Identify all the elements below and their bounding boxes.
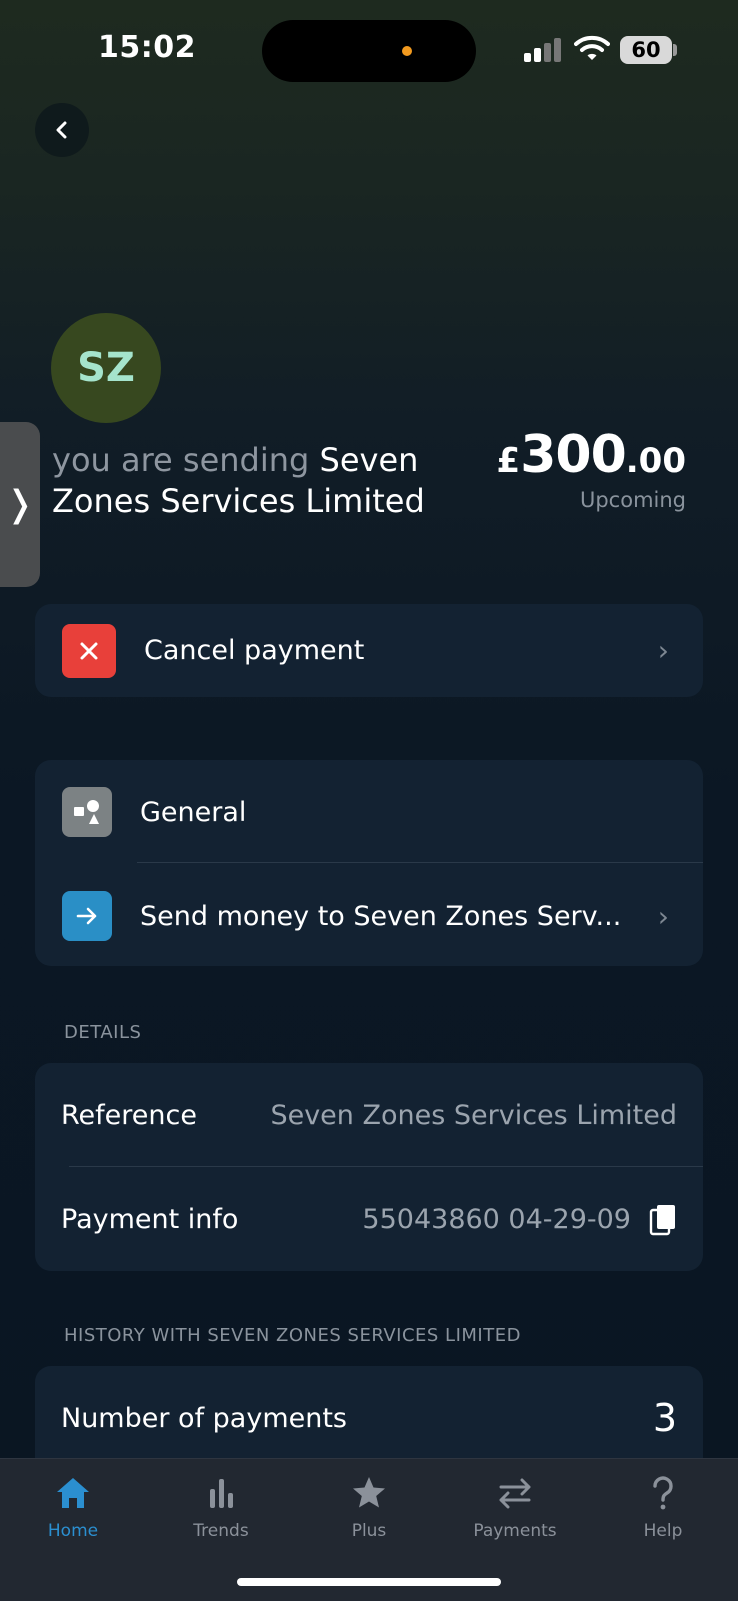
divider (137, 862, 703, 863)
battery-icon: 60 (620, 36, 672, 64)
details-section-title: DETAILS (64, 1022, 142, 1043)
tab-label: Trends (193, 1521, 249, 1541)
reference-value: Seven Zones Services Limited (270, 1099, 677, 1131)
headline-prefix: you are sending (52, 441, 310, 479)
swap-arrows-icon (499, 1478, 531, 1509)
category-card: General Send money to Seven Zones Serv..… (35, 760, 703, 966)
payee-avatar: SZ (51, 313, 161, 423)
payment-info-key: Payment info (61, 1203, 239, 1235)
star-icon (353, 1477, 385, 1508)
chevron-right-icon: › (657, 634, 669, 667)
payment-count-row: Number of payments 3 (35, 1366, 703, 1470)
tab-trends[interactable]: Trends (166, 1473, 276, 1541)
payment-status: Upcoming (579, 488, 686, 512)
tab-plus[interactable]: Plus (314, 1473, 424, 1541)
category-general-row[interactable]: General (35, 760, 703, 864)
dynamic-island (262, 20, 476, 82)
payee-initials: SZ (77, 345, 135, 391)
shapes-icon (74, 800, 99, 824)
wifi-icon (574, 35, 610, 60)
cellular-signal-icon (524, 38, 564, 62)
payment-count-value: 3 (652, 1396, 677, 1440)
send-money-label: Send money to Seven Zones Serv... (140, 900, 622, 932)
copy-icon[interactable] (649, 1204, 677, 1236)
tab-home[interactable]: Home (18, 1473, 128, 1541)
reference-row: Reference Seven Zones Services Limited (35, 1063, 703, 1167)
home-indicator[interactable] (237, 1578, 501, 1586)
payment-headline: you are sending Seven Zones Services Lim… (52, 440, 472, 522)
send-money-row[interactable]: Send money to Seven Zones Serv... › (35, 864, 703, 968)
camera-indicator-icon (402, 46, 412, 56)
tab-help[interactable]: Help (608, 1473, 718, 1541)
category-general-label: General (140, 796, 247, 828)
payment-amount: £300.00 (497, 425, 686, 485)
reference-key: Reference (61, 1099, 197, 1131)
home-icon (57, 1478, 89, 1508)
send-tile (62, 891, 112, 941)
status-time: 15:02 (98, 30, 196, 65)
cancel-tile (62, 623, 116, 678)
tab-label: Help (643, 1521, 683, 1541)
amount-decimal: .00 (625, 441, 686, 481)
question-mark-icon (653, 1476, 673, 1510)
close-icon (80, 642, 98, 659)
tab-label: Payments (473, 1521, 557, 1541)
bar-chart-icon (210, 1479, 233, 1508)
tab-payments[interactable]: Payments (460, 1473, 570, 1541)
payment-info-value: 55043860 04-29-09 (362, 1203, 631, 1235)
chevron-right-icon: ❭ (4, 484, 36, 525)
side-drawer-handle[interactable]: ❭ (0, 422, 40, 587)
battery-cap (673, 44, 677, 56)
amount-currency: £ (496, 441, 521, 481)
category-tile (62, 787, 112, 837)
chevron-right-icon: › (657, 899, 669, 933)
tab-label: Plus (351, 1521, 387, 1541)
amount-whole: 300 (520, 425, 627, 485)
payment-info-row: Payment info 55043860 04-29-09 (35, 1167, 703, 1271)
details-card: Reference Seven Zones Services Limited P… (35, 1063, 703, 1271)
chevron-left-icon (56, 121, 67, 139)
cancel-payment-row[interactable]: Cancel payment › (35, 604, 703, 697)
payment-count-key: Number of payments (61, 1402, 347, 1434)
history-section-title: HISTORY WITH SEVEN ZONES SERVICES LIMITE… (64, 1325, 521, 1346)
tab-label: Home (47, 1521, 99, 1541)
cancel-payment-card[interactable]: Cancel payment › (35, 604, 703, 697)
back-button[interactable] (35, 103, 89, 157)
arrow-right-icon (76, 907, 97, 925)
status-bar: 15:02 60 (0, 0, 738, 100)
cancel-payment-label: Cancel payment (144, 635, 365, 666)
